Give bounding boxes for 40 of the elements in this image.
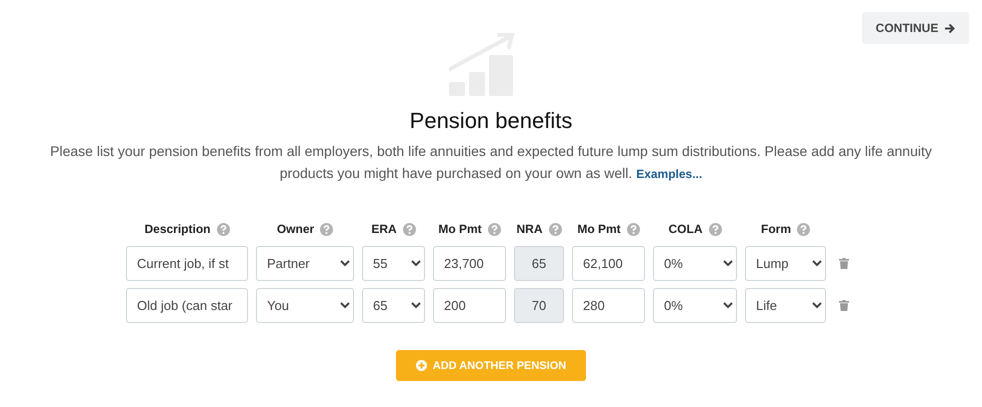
dropdown-select[interactable]: Lump — [745, 246, 826, 281]
dropdown-select[interactable]: Partner — [256, 246, 354, 281]
column-header: Mo Pmt — [438, 222, 482, 236]
column-header: Form — [761, 222, 791, 236]
help-icon[interactable] — [797, 222, 810, 236]
column-header: Owner — [276, 222, 314, 236]
dropdown-select[interactable]: Life — [745, 288, 826, 323]
description-field[interactable]: Current job, if st — [126, 246, 248, 281]
payment-field[interactable]: 62,100 — [572, 246, 645, 281]
payment-field[interactable]: 280 — [572, 288, 645, 323]
column-header: ERA — [371, 222, 397, 236]
help-icon[interactable] — [402, 222, 416, 236]
help-icon[interactable] — [216, 222, 230, 236]
dropdown-select[interactable]: 65 — [362, 288, 425, 323]
dropdown-select[interactable]: You — [256, 288, 354, 323]
column-header: COLA — [668, 222, 702, 236]
nra-value: 65 — [514, 246, 564, 281]
dropdown-select[interactable]: 0% — [653, 288, 737, 323]
payment-field[interactable]: 23,700 — [433, 246, 506, 281]
arrow-right-icon — [944, 22, 956, 34]
examples-link[interactable]: Examples... — [636, 167, 702, 181]
column-header: NRA — [516, 222, 542, 236]
payment-field[interactable]: 200 — [433, 288, 506, 323]
help-icon[interactable] — [626, 222, 640, 236]
continue-button[interactable]: CONTINUE — [862, 12, 969, 44]
column-header: Mo Pmt — [577, 222, 621, 236]
trash-icon[interactable] — [839, 300, 849, 311]
help-icon[interactable] — [320, 222, 334, 236]
intro-text: Please list your pension benefits from all employers, both life annuities and expected future lump sum distributions. Please add any life annuity products you might have purchased on your own as well. Examples... — [49, 142, 933, 183]
column-header: Description — [144, 222, 210, 236]
dropdown-select[interactable]: 55 — [362, 246, 425, 281]
page-title: Pension benefits — [410, 108, 572, 134]
help-icon[interactable] — [488, 222, 501, 236]
trash-icon[interactable] — [839, 258, 849, 269]
description-field[interactable]: Old job (can star — [126, 288, 248, 323]
help-icon[interactable] — [548, 222, 562, 236]
dropdown-select[interactable]: 0% — [653, 246, 737, 281]
nra-value: 70 — [514, 288, 564, 323]
help-icon[interactable] — [708, 222, 722, 236]
plus-circle-icon — [416, 360, 427, 371]
